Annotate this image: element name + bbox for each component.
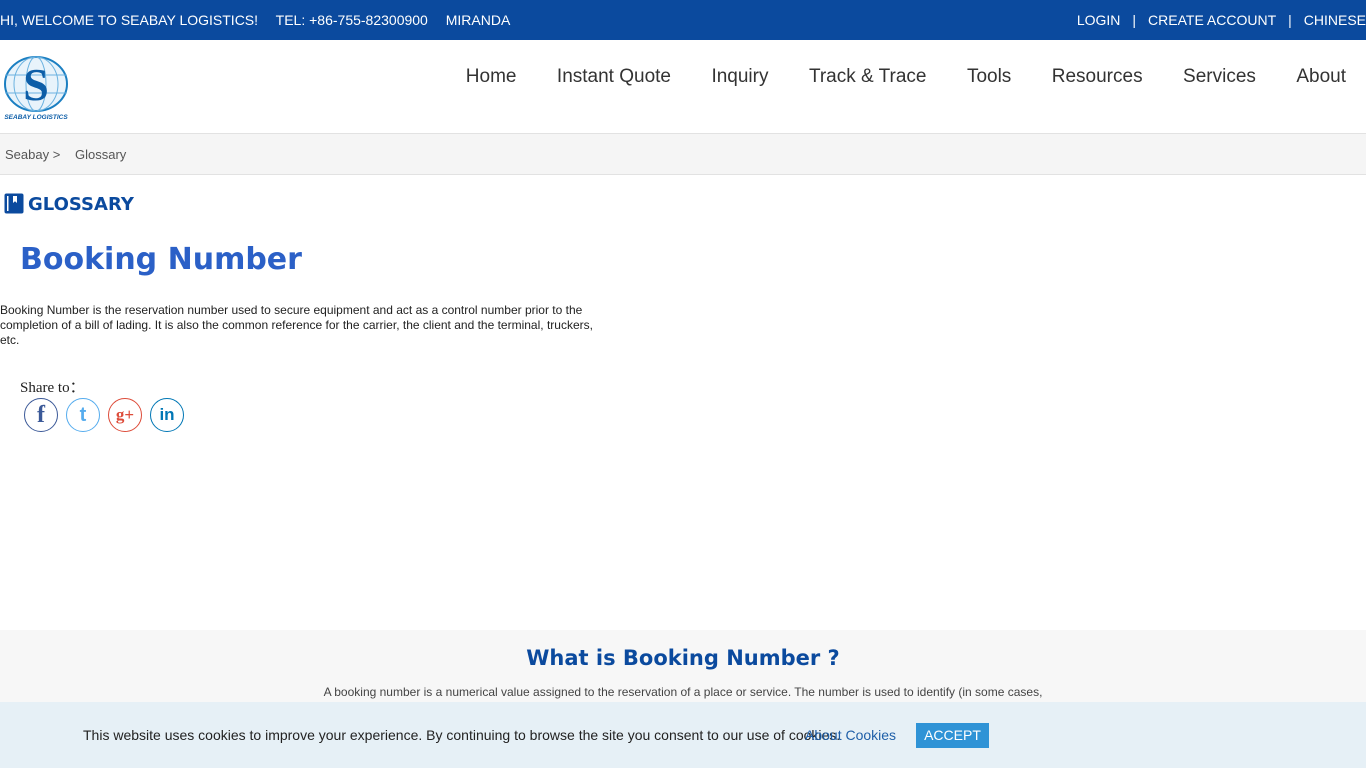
nav-services[interactable]: Services bbox=[1183, 66, 1256, 87]
breadcrumb-current: Glossary bbox=[75, 147, 127, 162]
page-title: Booking Number bbox=[20, 242, 302, 277]
phone-text: TEL: +86-755-82300900 bbox=[275, 12, 428, 28]
cookie-message: This website uses cookies to improve you… bbox=[83, 727, 841, 743]
cookie-banner: This website uses cookies to improve you… bbox=[0, 702, 1366, 768]
separator: | bbox=[1132, 12, 1137, 28]
facebook-icon[interactable]: f bbox=[24, 398, 58, 432]
linkedin-icon[interactable]: in bbox=[150, 398, 184, 432]
accept-cookies-button[interactable]: ACCEPT bbox=[916, 723, 989, 748]
share-label: Share to： bbox=[20, 380, 85, 396]
what-is-text: A booking number is a numerical value as… bbox=[323, 685, 1043, 699]
nav-instant-quote[interactable]: Instant Quote bbox=[557, 66, 671, 87]
book-icon bbox=[4, 193, 24, 214]
nav-home[interactable]: Home bbox=[466, 66, 517, 87]
nav-track-trace[interactable]: Track & Trace bbox=[809, 66, 927, 87]
main-nav: Home Instant Quote Inquiry Track & Trace… bbox=[430, 66, 1346, 88]
nav-tools[interactable]: Tools bbox=[967, 66, 1011, 87]
login-link[interactable]: LOGIN bbox=[1077, 12, 1121, 28]
site-header: S SEABAY LOGISTICS Home Instant Quote In… bbox=[0, 40, 1366, 134]
term-description: Booking Number is the reservation number… bbox=[0, 303, 593, 347]
google-plus-icon[interactable]: g+ bbox=[108, 398, 142, 432]
seabay-logo-icon: S SEABAY LOGISTICS bbox=[4, 56, 68, 121]
breadcrumb: Seabay > Glossary bbox=[0, 134, 1366, 175]
nav-inquiry[interactable]: Inquiry bbox=[711, 66, 768, 87]
nav-about[interactable]: About bbox=[1296, 66, 1346, 87]
seabay-logo[interactable]: S SEABAY LOGISTICS bbox=[2, 55, 70, 121]
glossary-heading-text: GLOSSARY bbox=[28, 194, 134, 215]
what-is-title: What is Booking Number ? bbox=[526, 646, 840, 670]
top-bar: HI, WELCOME TO SEABAY LOGISTICS! TEL: +8… bbox=[0, 0, 1366, 40]
svg-text:SEABAY LOGISTICS: SEABAY LOGISTICS bbox=[4, 114, 68, 121]
create-account-link[interactable]: CREATE ACCOUNT bbox=[1148, 12, 1276, 28]
separator: | bbox=[1288, 12, 1292, 28]
about-cookies-link[interactable]: About Cookies bbox=[805, 727, 896, 743]
twitter-icon[interactable]: t bbox=[66, 398, 100, 432]
breadcrumb-home[interactable]: Seabay > bbox=[5, 147, 60, 162]
welcome-text: HI, WELCOME TO SEABAY LOGISTICS! bbox=[0, 12, 259, 28]
svg-text:S: S bbox=[23, 59, 49, 110]
top-bar-left: HI, WELCOME TO SEABAY LOGISTICS! TEL: +8… bbox=[0, 12, 524, 28]
language-link[interactable]: CHINESE bbox=[1304, 12, 1366, 28]
nav-resources[interactable]: Resources bbox=[1052, 66, 1143, 87]
top-bar-right: LOGIN | CREATE ACCOUNT | CHINESE bbox=[1077, 12, 1366, 28]
contact-name: MIRANDA bbox=[445, 12, 511, 28]
